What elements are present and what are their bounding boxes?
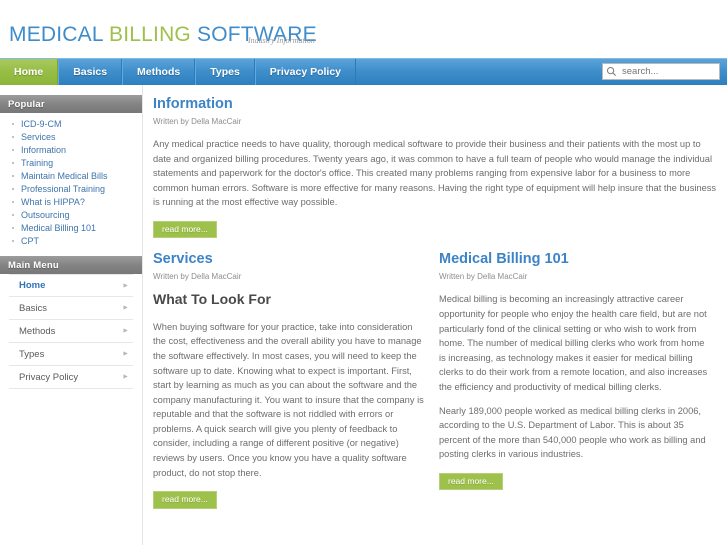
- site-header: MEDICAL BILLING SOFTWARE Industry Inform…: [0, 0, 727, 58]
- article-paragraph: Nearly 189,000 people worked as medical …: [439, 405, 706, 460]
- main-content: Information Written by Della MacCair Any…: [142, 85, 727, 545]
- sidebar-item-methods[interactable]: Methods ►: [9, 320, 133, 343]
- nav-item-label: Methods: [137, 66, 181, 78]
- sidebar-item-privacy-policy[interactable]: Privacy Policy ►: [9, 366, 133, 389]
- article-paragraph: When buying software for your practice, …: [153, 321, 424, 478]
- popular-item-medical-billing-101[interactable]: Medical Billing 101: [10, 222, 142, 235]
- nav-item-label: Privacy Policy: [269, 66, 342, 78]
- nav-item-methods[interactable]: Methods: [122, 59, 196, 85]
- main-navigation: Home Basics Methods Types Privacy Policy: [0, 58, 727, 85]
- popular-item-cpt[interactable]: CPT: [10, 235, 142, 248]
- nav-item-home[interactable]: Home: [0, 59, 59, 85]
- popular-list: ICD-9-CM Services Information Training M…: [0, 118, 142, 248]
- page-root: MEDICAL BILLING SOFTWARE Industry Inform…: [0, 0, 727, 545]
- read-more-button[interactable]: read more...: [439, 472, 503, 491]
- nav-item-privacy-policy[interactable]: Privacy Policy: [254, 59, 357, 85]
- sidebar-item-label: Basics: [19, 302, 47, 314]
- nav-item-label: Home: [14, 66, 44, 78]
- article-title[interactable]: Medical Billing 101: [439, 251, 711, 268]
- nav-item-label: Basics: [73, 66, 108, 78]
- sidebar-item-label: Home: [19, 280, 46, 291]
- article-byline: Written by Della MacCair: [153, 272, 242, 282]
- site-tagline: Industry Information: [248, 36, 315, 45]
- main-menu-module: Main Menu Home ► Basics ► Methods ► Type…: [0, 256, 142, 389]
- main-menu-module-title: Main Menu: [0, 256, 142, 274]
- popular-item-maintain-medical-bills[interactable]: Maintain Medical Bills: [10, 170, 142, 183]
- sidebar-item-label: Methods: [19, 325, 56, 337]
- nav-item-label: Types: [210, 66, 240, 78]
- sidebar-item-types[interactable]: Types ►: [9, 343, 133, 366]
- chevron-right-icon: ►: [122, 350, 129, 358]
- popular-item-what-is-hippa[interactable]: What is HIPPA?: [10, 196, 142, 209]
- article-columns: Services Written by Della MacCair What T…: [153, 251, 719, 509]
- search-input[interactable]: [620, 65, 714, 78]
- popular-module: Popular ICD-9-CM Services Information Tr…: [0, 95, 142, 248]
- sidebar-item-basics[interactable]: Basics ►: [9, 297, 133, 320]
- article-body: When buying software for your practice, …: [153, 320, 425, 481]
- chevron-right-icon: ►: [122, 282, 129, 289]
- chevron-right-icon: ►: [122, 304, 129, 312]
- read-more-button[interactable]: read more...: [153, 220, 217, 239]
- nav-item-basics[interactable]: Basics: [58, 59, 123, 85]
- article-title[interactable]: Information: [153, 96, 719, 113]
- search-icon: [606, 66, 617, 77]
- article-information: Information Written by Della MacCair Any…: [153, 96, 719, 239]
- article-services: Services Written by Della MacCair What T…: [153, 251, 425, 509]
- chevron-right-icon: ►: [122, 327, 129, 335]
- search-box[interactable]: [602, 63, 720, 80]
- nav-item-types[interactable]: Types: [195, 59, 255, 85]
- read-more-button[interactable]: read more...: [153, 491, 217, 509]
- logo-word-medical: MEDICAL: [9, 23, 103, 46]
- sidebar-item-label: Privacy Policy: [19, 371, 79, 383]
- chevron-right-icon: ►: [122, 373, 129, 381]
- sidebar-item-home[interactable]: Home ►: [9, 274, 133, 297]
- logo-word-billing: BILLING: [109, 23, 191, 46]
- main-menu-list: Home ► Basics ► Methods ► Types ► Privac…: [0, 274, 142, 389]
- article-paragraph: Any medical practice needs to have quali…: [153, 138, 717, 208]
- article-subheading: What To Look For: [153, 291, 271, 308]
- article-body: Medical billing is becoming an increasin…: [439, 292, 711, 462]
- popular-module-title: Popular: [0, 95, 142, 113]
- popular-item-icd-9-cm[interactable]: ICD-9-CM: [10, 118, 142, 131]
- page-body: Popular ICD-9-CM Services Information Tr…: [0, 85, 727, 545]
- popular-item-professional-training[interactable]: Professional Training: [10, 183, 142, 196]
- popular-item-outsourcing[interactable]: Outsourcing: [10, 209, 142, 222]
- article-paragraph: Medical billing is becoming an increasin…: [439, 294, 708, 392]
- article-byline: Written by Della MacCair: [439, 272, 528, 282]
- article-byline: Written by Della MacCair: [153, 116, 242, 126]
- popular-item-training[interactable]: Training: [10, 157, 142, 170]
- article-title[interactable]: Services: [153, 251, 425, 268]
- sidebar-item-label: Types: [19, 348, 45, 360]
- popular-item-information[interactable]: Information: [10, 144, 142, 157]
- sidebar: Popular ICD-9-CM Services Information Tr…: [0, 85, 142, 397]
- article-medical-billing-101: Medical Billing 101 Written by Della Mac…: [439, 251, 711, 508]
- article-body: Any medical practice needs to have quali…: [153, 137, 719, 210]
- popular-item-services[interactable]: Services: [10, 131, 142, 144]
